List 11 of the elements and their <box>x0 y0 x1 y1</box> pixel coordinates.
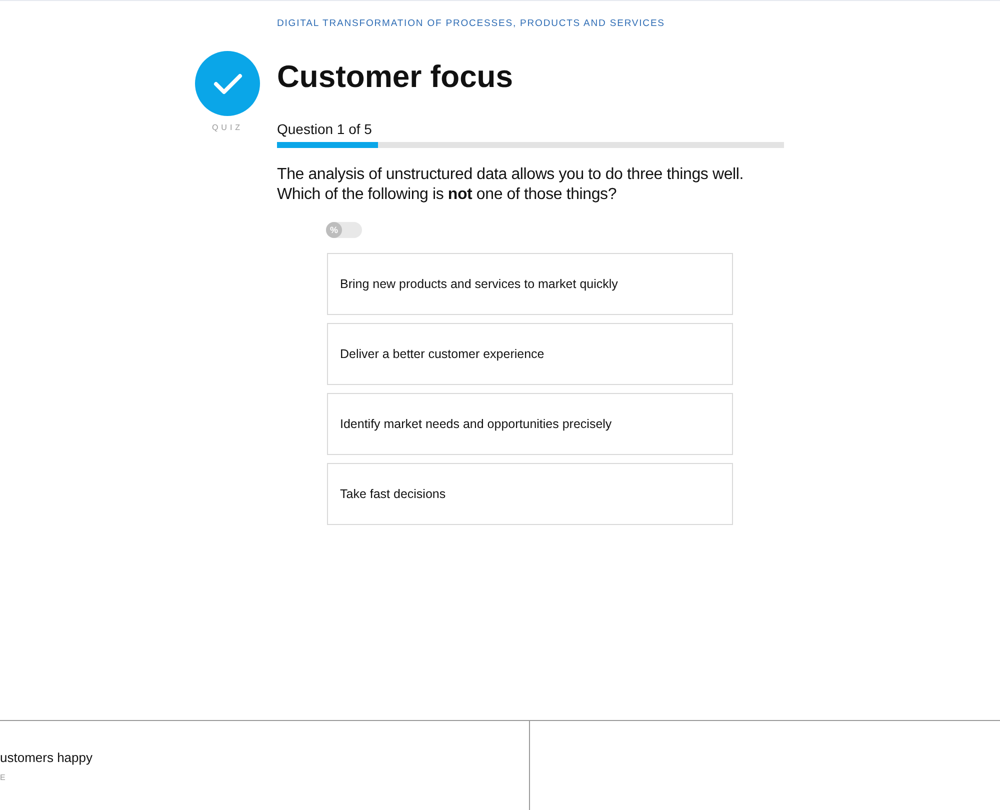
lesson-type: E <box>0 773 10 782</box>
answer-option[interactable]: Bring new products and services to market quickly <box>327 253 733 315</box>
lesson-type: QUIZ <box>212 123 244 132</box>
answer-option[interactable]: Identify market needs and opportunities precisely <box>327 393 733 455</box>
question-text: The analysis of unstructured data allows you to do three things well. Which of the following is not one of those things? <box>277 165 744 205</box>
lesson-link[interactable]: ustomers happy <box>0 750 529 765</box>
progress-label: Question 1 of 5 <box>277 121 372 137</box>
answer-option[interactable]: Deliver a better customer experience <box>327 323 733 385</box>
lesson-title: Customer focus <box>277 59 514 95</box>
course-title: DIGITAL TRANSFORMATION OF PROCESSES, PRODUCTS AND SERVICES <box>277 17 666 29</box>
answer-option[interactable]: Take fast decisions <box>327 463 733 525</box>
